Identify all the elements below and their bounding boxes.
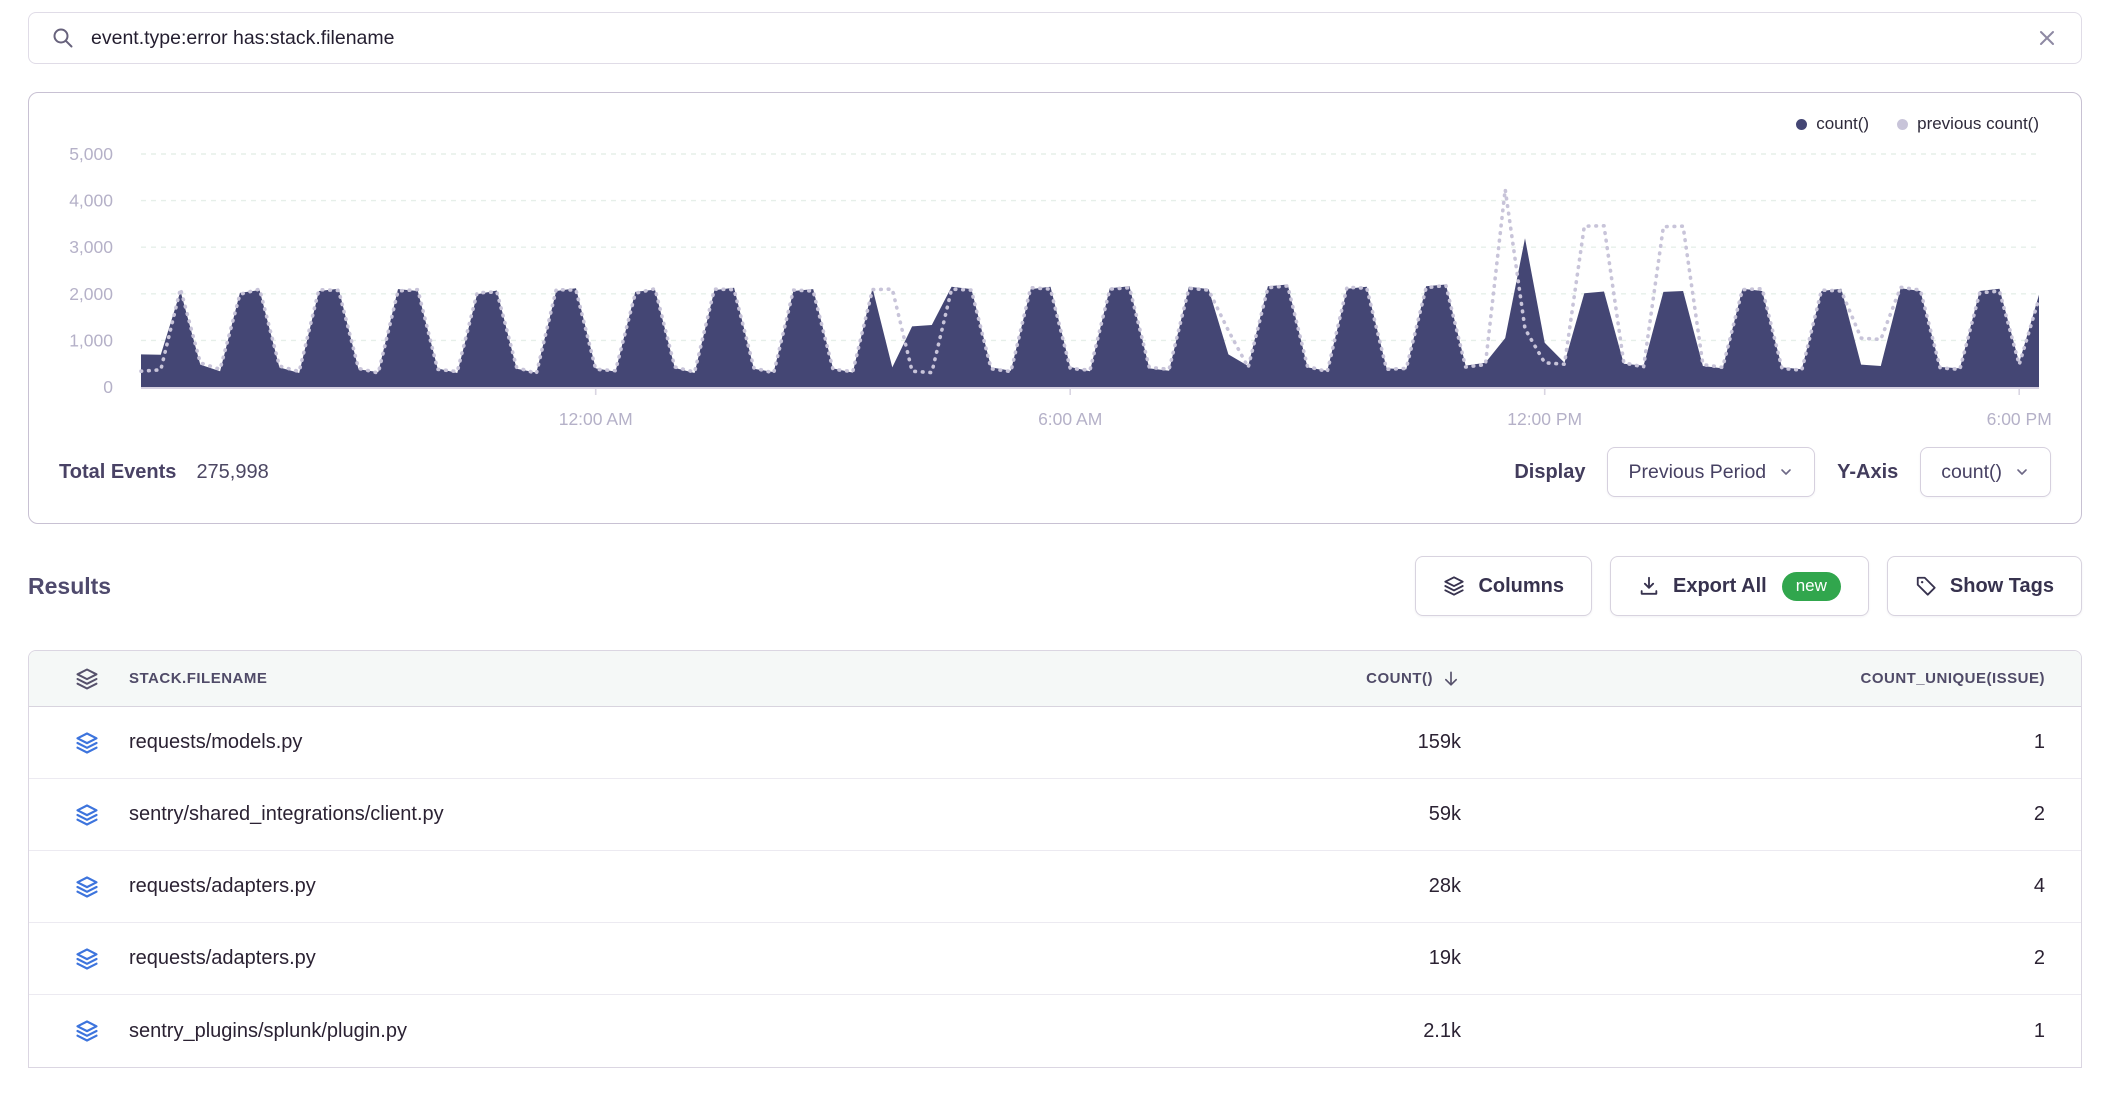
total-events-label: Total Events	[59, 461, 176, 484]
svg-text:12:00 PM: 12:00 PM	[1507, 409, 1582, 429]
layers-icon	[75, 947, 99, 971]
chevron-down-icon	[2014, 464, 2030, 480]
layers-icon	[75, 1019, 99, 1043]
count-legend-dot	[1796, 119, 1807, 130]
cell-stack-filename: sentry_plugins/splunk/plugin.py	[129, 1020, 407, 1043]
header-stack-filename-label: STACK.FILENAME	[129, 670, 267, 687]
results-header-row: Results Columns Export All new Sho	[28, 556, 2082, 616]
svg-text:12:00 AM: 12:00 AM	[559, 409, 633, 429]
header-stack-filename[interactable]: STACK.FILENAME	[29, 667, 1161, 691]
search-bar	[28, 12, 2082, 64]
svg-text:3,000: 3,000	[69, 237, 113, 257]
svg-text:6:00 PM: 6:00 PM	[1987, 409, 2052, 429]
header-count-unique-issue[interactable]: COUNT_UNIQUE(ISSUE)	[1461, 670, 2081, 687]
columns-button[interactable]: Columns	[1415, 556, 1592, 616]
cell-stack-filename: requests/adapters.py	[129, 875, 316, 898]
header-count-label: COUNT()	[1366, 670, 1433, 687]
svg-text:1,000: 1,000	[69, 330, 113, 350]
svg-text:5,000: 5,000	[69, 144, 113, 164]
count-legend-label: count()	[1816, 114, 1869, 134]
total-events-value: 275,998	[196, 461, 268, 484]
header-count[interactable]: COUNT()	[1161, 669, 1461, 689]
cell-stack-filename: sentry/shared_integrations/client.py	[129, 803, 444, 826]
display-label: Display	[1514, 461, 1585, 484]
search-input[interactable]	[91, 27, 2019, 50]
new-badge: new	[1782, 572, 1841, 601]
table-row[interactable]: requests/models.py 159k 1	[29, 707, 2081, 779]
cell-count-unique: 1	[1461, 1020, 2081, 1043]
table-row[interactable]: sentry_plugins/splunk/plugin.py 2.1k 1	[29, 995, 2081, 1067]
table-row[interactable]: requests/adapters.py 28k 4	[29, 851, 2081, 923]
cell-count: 28k	[1161, 875, 1461, 898]
previous-count-legend-label: previous count()	[1917, 114, 2039, 134]
layers-icon	[75, 875, 99, 899]
chart-legend: count() previous count()	[29, 93, 2081, 137]
cell-count-unique: 1	[1461, 731, 2081, 754]
display-dropdown-value: Previous Period	[1628, 461, 1766, 484]
display-dropdown[interactable]: Previous Period	[1607, 447, 1815, 497]
count-area-series	[141, 238, 2039, 387]
cell-count: 59k	[1161, 803, 1461, 826]
yaxis-dropdown-value: count()	[1941, 461, 2002, 484]
tag-icon	[1915, 575, 1937, 597]
total-events: Total Events 275,998	[59, 461, 269, 484]
clear-search-icon[interactable]	[2035, 26, 2059, 50]
previous-count-legend-dot	[1897, 119, 1908, 130]
cell-count-unique: 4	[1461, 875, 2081, 898]
results-heading: Results	[28, 573, 111, 600]
cell-stack-filename: requests/adapters.py	[129, 947, 316, 970]
export-all-button-label: Export All	[1673, 575, 1767, 598]
legend-item-count[interactable]: count()	[1796, 114, 1869, 134]
cell-count: 159k	[1161, 731, 1461, 754]
layers-icon	[75, 731, 99, 755]
download-icon	[1638, 575, 1660, 597]
show-tags-button[interactable]: Show Tags	[1887, 556, 2082, 616]
cell-count-unique: 2	[1461, 947, 2081, 970]
export-all-button[interactable]: Export All new	[1610, 556, 1869, 616]
layers-icon	[75, 803, 99, 827]
sort-descending-icon	[1441, 669, 1461, 689]
columns-button-label: Columns	[1478, 575, 1564, 598]
layers-icon	[1443, 575, 1465, 597]
show-tags-button-label: Show Tags	[1950, 575, 2054, 598]
yaxis-dropdown[interactable]: count()	[1920, 447, 2051, 497]
cell-count: 19k	[1161, 947, 1461, 970]
events-area-chart[interactable]: 0 1,000 2,000 3,000 4,000 5,000 12:00 AM 6:00 A…	[29, 137, 2081, 437]
yaxis-label: Y-Axis	[1837, 461, 1898, 484]
legend-item-previous-count[interactable]: previous count()	[1897, 114, 2039, 134]
header-count-unique-issue-label: COUNT_UNIQUE(ISSUE)	[1860, 670, 2045, 687]
cell-stack-filename: requests/models.py	[129, 731, 302, 754]
cell-count-unique: 2	[1461, 803, 2081, 826]
search-icon	[51, 26, 75, 50]
svg-text:4,000: 4,000	[69, 191, 113, 211]
chevron-down-icon	[1778, 464, 1794, 480]
svg-text:0: 0	[103, 377, 113, 397]
svg-text:2,000: 2,000	[69, 284, 113, 304]
table-header-row: STACK.FILENAME COUNT() COUNT_UNIQUE(ISSU…	[29, 651, 2081, 707]
results-table: STACK.FILENAME COUNT() COUNT_UNIQUE(ISSU…	[28, 650, 2082, 1068]
svg-text:6:00 AM: 6:00 AM	[1038, 409, 1102, 429]
cell-count: 2.1k	[1161, 1020, 1461, 1043]
layers-icon	[75, 667, 99, 691]
table-row[interactable]: sentry/shared_integrations/client.py 59k…	[29, 779, 2081, 851]
x-tick-labels: 12:00 AM 6:00 AM 12:00 PM 6:00 PM	[559, 388, 2052, 429]
chart-footer: Total Events 275,998 Display Previous Pe…	[29, 437, 2081, 523]
table-row[interactable]: requests/adapters.py 19k 2	[29, 923, 2081, 995]
events-chart-panel: count() previous count() 0 1,000 2,000 3,00…	[28, 92, 2082, 524]
